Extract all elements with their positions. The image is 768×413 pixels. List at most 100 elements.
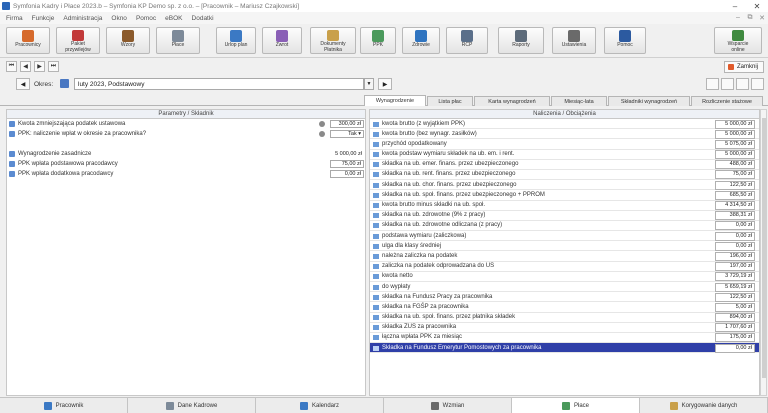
period-prev-button[interactable]: ◀: [16, 78, 30, 90]
refresh-icon[interactable]: [751, 78, 764, 90]
zamknij-button[interactable]: Zamknij: [724, 61, 764, 73]
person-icon[interactable]: [319, 121, 325, 127]
last-record-button[interactable]: ⏭: [48, 61, 59, 72]
period-dropdown-button[interactable]: ▼: [364, 78, 374, 90]
parameter-row[interactable]: Kwota zmniejszająca podatek ustawowa 300,…: [7, 119, 365, 129]
menu-item-administracja[interactable]: Administracja: [63, 15, 102, 22]
toolbar-button-9[interactable]: RCP: [446, 27, 488, 54]
calculation-value: 4 314,50 zł: [715, 201, 755, 210]
calculation-row[interactable]: kwota podstaw wymiaru składek na ub. em.…: [370, 150, 759, 160]
period-next-button[interactable]: ▶: [378, 78, 392, 90]
menu-item-okno[interactable]: Okno: [111, 15, 127, 22]
close-button[interactable]: ✕: [746, 0, 768, 12]
toolbar-button-4[interactable]: Urlop plan: [216, 27, 256, 54]
scrollbar-thumb[interactable]: [762, 118, 766, 378]
calculation-row[interactable]: składka ZUS za pracownika 1 707,60 zł: [370, 323, 759, 333]
calculation-row[interactable]: przychód opodatkowany 5 075,00 zł: [370, 139, 759, 150]
module-tab-0[interactable]: Pracownik: [0, 398, 128, 413]
calculation-row[interactable]: składka na Fundusz Pracy za pracownika 12…: [370, 292, 759, 303]
calculation-row[interactable]: należna zaliczka na podatek 196,00 zł: [370, 251, 759, 262]
calculation-row[interactable]: zaliczka na podatek odprowadzana do US 19…: [370, 262, 759, 272]
toolbar-button-5[interactable]: Zwrot: [262, 27, 302, 54]
tab-wynagrodzenie[interactable]: Wynagrodzenie: [364, 95, 426, 106]
tab-lista-plac[interactable]: Lista płac: [427, 96, 473, 106]
prev-record-button[interactable]: ◀: [20, 61, 31, 72]
module-tab-1[interactable]: Dane Kadrowe: [128, 398, 256, 413]
toolbar-button-2[interactable]: Wzory: [106, 27, 150, 54]
vertical-scrollbar[interactable]: [760, 109, 767, 396]
calculation-row[interactable]: ulga dla klasy średniej 0,00 zł: [370, 241, 759, 252]
toolbar-button-7[interactable]: PPK: [360, 27, 396, 54]
mdi-restore-button[interactable]: ⧉: [744, 14, 756, 22]
toolbar-button-10[interactable]: Raporty: [498, 27, 544, 54]
module-tab-5[interactable]: Korygowanie danych: [640, 398, 768, 413]
parameter-value[interactable]: Tak ▾: [330, 130, 364, 138]
calculation-label: składka na FGŚP za pracownika: [382, 303, 469, 310]
parameter-value[interactable]: 75,00 zł: [330, 160, 364, 168]
calculation-row[interactable]: podstawa wymiaru (zaliczkowa) 0,00 zł: [370, 231, 759, 242]
mdi-close-button[interactable]: ✕: [756, 14, 768, 22]
period-label: Okres:: [34, 81, 54, 88]
calculation-row[interactable]: składka na ub. emer. finans. przez ubezp…: [370, 160, 759, 170]
menu-item-firma[interactable]: Firma: [6, 15, 23, 22]
calculation-row[interactable]: składka na ub. społ. finans. przez ubezp…: [370, 190, 759, 201]
tab-karta-wynagrodzen[interactable]: Karta wynagrodzeń: [474, 96, 550, 106]
parameter-row[interactable]: PPK wpłata dodatkowa pracodawcy 0,00 zł: [7, 169, 365, 179]
module-tab-label: Kalendarz: [311, 402, 340, 409]
calculation-row[interactable]: składka na ub. społ. finans. przez płatn…: [370, 313, 759, 323]
globe-icon: [415, 30, 427, 42]
calculation-row[interactable]: Składka na Fundusz Emerytur Pomostowych …: [370, 343, 759, 354]
menu-item-dodatki[interactable]: Dodatki: [192, 15, 214, 22]
module-tab-4[interactable]: Płace: [512, 398, 640, 413]
minimize-button[interactable]: –: [724, 0, 746, 12]
module-tab-2[interactable]: Kalendarz: [256, 398, 384, 413]
tab-rozliczenie-stazowe[interactable]: Rozliczenie stażowe: [691, 96, 763, 106]
mdi-minimize-button[interactable]: –: [732, 14, 744, 22]
parameter-row[interactable]: Wynagrodzenie zasadnicze 5 000,00 zł: [7, 149, 365, 159]
toolbar-button-13[interactable]: Wsparcie online: [714, 27, 762, 54]
calculation-row[interactable]: składka na ub. chor. finans. przez ubezp…: [370, 180, 759, 191]
toolbar-button-12[interactable]: Pomoc: [604, 27, 646, 54]
menu-item-funkcje[interactable]: Funkcje: [32, 15, 55, 22]
parameter-row[interactable]: PPK: naliczenie wpłat w okresie za praco…: [7, 129, 365, 139]
menu-item-ebok[interactable]: eBOK: [165, 15, 182, 22]
calculation-row[interactable]: kwota brutto (bez wynagr. zasiłków) 5 000…: [370, 129, 759, 140]
menu-item-pomoc[interactable]: Pomoc: [136, 15, 156, 22]
calendar-icon[interactable]: [60, 79, 69, 88]
period-select[interactable]: luty 2023, Podstawowy: [74, 78, 364, 90]
module-tab-3[interactable]: Wzmian: [384, 398, 512, 413]
calculation-row[interactable]: łączna wpłata PPK za miesiąc 175,00 zł: [370, 333, 759, 344]
parameter-value[interactable]: 300,00 zł: [330, 120, 364, 128]
calculation-row[interactable]: kwota brutto minus składki na ub. społ. 4…: [370, 201, 759, 211]
calculation-row[interactable]: do wypłaty 5 659,19 zł: [370, 282, 759, 293]
eye-icon[interactable]: [721, 78, 734, 90]
calculation-icon: [373, 284, 379, 290]
calculation-row[interactable]: składka na ub. rent. finans. przez ubezp…: [370, 170, 759, 181]
toolbar-button-11[interactable]: Ustawienia: [552, 27, 596, 54]
calculation-icon: [373, 243, 379, 249]
person-icon[interactable]: [319, 131, 325, 137]
toolbar-button-1[interactable]: Pakiet przywilejów: [56, 27, 100, 54]
parameter-label: Wynagrodzenie zasadnicze: [18, 151, 92, 157]
toolbar-button-3[interactable]: Płace: [156, 27, 200, 54]
parameter-row[interactable]: [7, 139, 365, 149]
parameter-row[interactable]: PPK wpłata podstawowa pracodawcy 75,00 zł: [7, 159, 365, 169]
calculation-icon: [373, 182, 379, 188]
calculation-row[interactable]: kwota brutto (z wyjątkiem PPK) 5 000,00 z…: [370, 119, 759, 130]
print-icon[interactable]: [736, 78, 749, 90]
first-record-button[interactable]: ⏮: [6, 61, 17, 72]
tab-skladniki-wynagrodzen[interactable]: Składniki wynagrodzeń: [608, 96, 690, 106]
calculation-row[interactable]: składka na ub. zdrowotne odliczana (z pr…: [370, 221, 759, 232]
toolbar-button-8[interactable]: Zdrowie: [402, 27, 440, 54]
next-record-button[interactable]: ▶: [34, 61, 45, 72]
calculation-label: Składka na Fundusz Emerytur Pomostowych …: [382, 344, 542, 351]
calculation-row[interactable]: kwota netto 3 729,19 zł: [370, 272, 759, 282]
toolbar-button-6[interactable]: Dokumenty Płatnika: [310, 27, 356, 54]
parameter-value[interactable]: 0,00 zł: [330, 170, 364, 178]
grid-icon[interactable]: [706, 78, 719, 90]
toolbar-button-0[interactable]: Pracownicy: [6, 27, 50, 54]
calculation-row[interactable]: składka na FGŚP za pracownika 5,00 zł: [370, 302, 759, 313]
module-tab-icon: [430, 401, 439, 410]
calculation-row[interactable]: składka na ub. zdrowotne (9% z pracy) 388…: [370, 211, 759, 221]
tab-miesiac-lata[interactable]: Miesiąc-lata: [551, 96, 607, 106]
